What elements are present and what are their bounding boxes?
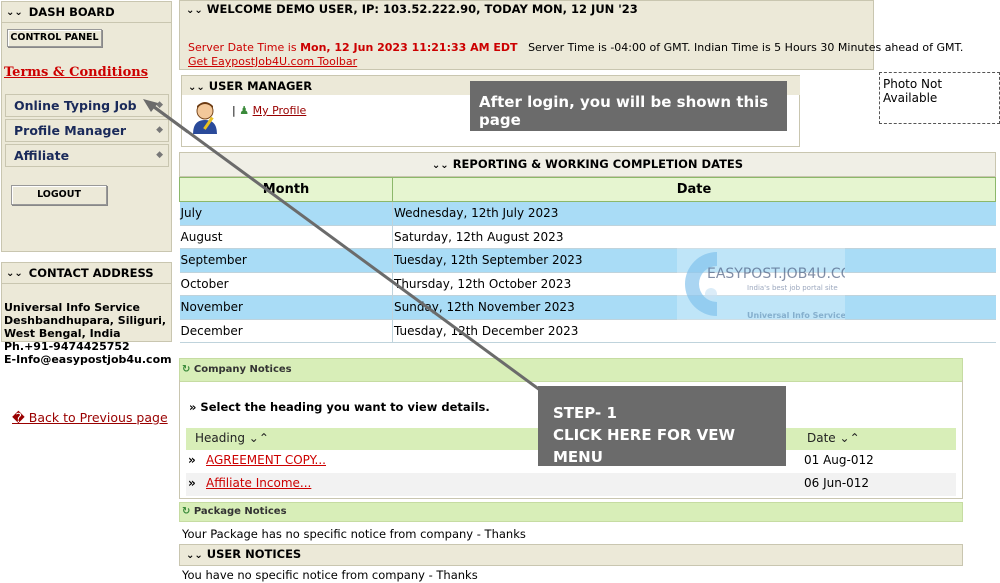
contact-line: Deshbandhupara, Siliguri, (4, 314, 167, 327)
date-sort-header[interactable]: Date ⌄⌃ (807, 431, 860, 445)
chevron-down-icon: ⌄⌄ (186, 5, 203, 16)
heading-column-label: Heading (195, 431, 245, 445)
select-heading-instruction: » Select the heading you want to view de… (189, 400, 490, 414)
notice-link[interactable]: Affiliate Income... (206, 476, 311, 490)
contact-line: West Bengal, India (4, 327, 121, 340)
refresh-icon: ↻ (182, 506, 191, 517)
month-cell: August (179, 225, 393, 249)
notice-link[interactable]: AGREEMENT COPY... (206, 453, 326, 467)
user-notices-text: You have no specific notice from company… (182, 568, 478, 582)
user-manager-title: USER MANAGER (208, 79, 313, 93)
login-callout: After login, you will be shown this page (470, 81, 787, 131)
notice-date: 06 Jun-012 (804, 476, 870, 490)
chevron-down-icon: ⌄⌄ (186, 550, 203, 561)
reporting-header: ⌄⌄ REPORTING & WORKING COMPLETION DATES (179, 152, 996, 177)
month-cell: December (179, 319, 393, 343)
user-notices-header: ⌄⌄ USER NOTICES (179, 544, 963, 566)
chevron-down-icon: ⌄⌄ (6, 6, 23, 18)
expand-icon: ◆ (156, 100, 163, 110)
server-time-value: Mon, 12 Jun 2023 11:21:33 AM EDT (300, 41, 518, 54)
reporting-title: REPORTING & WORKING COMPLETION DATES (452, 157, 744, 171)
toolbar-link[interactable]: Get EaypostJob4U.com Toolbar (188, 55, 357, 68)
dashboard-title: DASH BOARD (28, 5, 115, 19)
month-column-header: Month (179, 177, 393, 202)
contact-title: CONTACT ADDRESS (28, 266, 154, 280)
chevron-down-icon: ⌄⌄ (188, 82, 205, 93)
date-column-header: Date (392, 177, 996, 202)
my-profile-link[interactable]: My Profile (253, 104, 307, 117)
contact-header: ⌄⌄ CONTACT ADDRESS (2, 263, 171, 284)
table-row: September Tuesday, 12th September 2023 (179, 248, 996, 273)
dashboard-header: ⌄⌄ DASH BOARD (2, 2, 171, 23)
profile-photo-placeholder: Photo Not Available (879, 72, 1000, 124)
welcome-header: ⌄⌄ WELCOME DEMO USER, IP: 103.52.222.90,… (180, 1, 873, 17)
sort-icon[interactable]: ⌄⌃ (840, 431, 860, 445)
welcome-panel: ⌄⌄ WELCOME DEMO USER, IP: 103.52.222.90,… (179, 0, 963, 70)
my-profile-link-wrap: | ♟ My Profile (232, 104, 306, 117)
server-time-label: Server Date Time is (188, 41, 297, 54)
expand-icon: ◆ (156, 125, 163, 135)
bullet-icon: » (188, 476, 196, 490)
contact-address: Universal Info Service Deshbandhupara, S… (4, 301, 172, 366)
watermark-tagline: India's best job portal site (747, 284, 838, 292)
month-cell: July (179, 201, 393, 226)
server-time-note: Server Time is -04:00 of GMT. Indian Tim… (528, 41, 964, 54)
easypost-watermark-logo: EASYPOST.JOB4U.COM India's best job port… (677, 244, 845, 324)
welcome-title: WELCOME DEMO USER, IP: 103.52.222.90, TO… (206, 2, 638, 16)
menu-item-profile-manager[interactable]: Profile Manager ◆ (5, 119, 169, 142)
step-callout-line1: STEP- 1 (553, 404, 617, 422)
table-row: July Wednesday, 12th July 2023 (179, 201, 996, 226)
table-row: October Thursday, 12th October 2023 (179, 272, 996, 296)
package-notices-title: Package Notices (193, 506, 287, 517)
chevron-down-icon: ⌄⌄ (431, 160, 449, 171)
separator: | (232, 104, 236, 117)
date-column-label: Date (807, 431, 836, 445)
month-cell: November (179, 295, 393, 320)
company-notices-title: Company Notices (193, 364, 292, 375)
menu-item-online-typing-job[interactable]: Online Typing Job ◆ (5, 94, 169, 117)
notice-date: 01 Aug-012 (804, 453, 874, 467)
user-avatar-icon (193, 102, 217, 134)
table-row: August Saturday, 12th August 2023 (179, 225, 996, 249)
server-time-line: Server Date Time is Mon, 12 Jun 2023 11:… (188, 41, 963, 54)
contact-line: Ph.+91-9474425752 (4, 340, 130, 353)
step-callout-line2: CLICK HERE FOR VEW MENU (553, 426, 735, 466)
table-row: December Tuesday, 12th December 2023 (179, 319, 996, 343)
profile-icon: ♟ (239, 104, 250, 117)
watermark-company: Universal Info Service (747, 311, 845, 320)
sort-icon[interactable]: ⌄⌃ (249, 431, 269, 445)
contact-line: E-Info@easypostjob4u.com (4, 353, 172, 366)
bullet-icon: » (188, 453, 196, 467)
user-notices-title: USER NOTICES (206, 547, 302, 561)
back-to-previous-link[interactable]: � Back to Previous page (12, 410, 168, 425)
control-panel-button[interactable]: CONTROL PANEL (7, 29, 102, 47)
chevron-down-icon: ⌄⌄ (6, 267, 23, 279)
terms-link[interactable]: Terms & Conditions (4, 65, 148, 80)
watermark-brand: EASYPOST.JOB4U.COM (707, 266, 845, 282)
step-callout: STEP- 1 CLICK HERE FOR VEW MENU (538, 386, 786, 466)
date-cell: Wednesday, 12th July 2023 (392, 201, 996, 226)
notice-row: » Affiliate Income... 06 Jun-012 (186, 473, 956, 496)
package-notices-header: ↻ Package Notices (179, 502, 963, 522)
month-cell: September (179, 248, 393, 273)
month-cell: October (179, 272, 393, 296)
company-notices-header: ↻ Company Notices (179, 358, 963, 382)
table-row: November Sunday, 12th November 2023 (179, 295, 996, 320)
heading-sort-header[interactable]: Heading ⌄⌃ (195, 431, 269, 445)
expand-icon: ◆ (156, 150, 163, 160)
refresh-icon: ↻ (182, 364, 191, 375)
menu-item-label: Affiliate (14, 148, 70, 163)
reporting-table: Month Date July Wednesday, 12th July 2023… (179, 177, 996, 343)
menu-item-label: Online Typing Job (14, 98, 137, 113)
contact-line: Universal Info Service (4, 301, 140, 314)
menu-item-affiliate[interactable]: Affiliate ◆ (5, 144, 169, 167)
package-notices-text: Your Package has no specific notice from… (182, 527, 526, 541)
menu-item-label: Profile Manager (14, 123, 127, 138)
logout-button[interactable]: LOGOUT (11, 185, 107, 205)
